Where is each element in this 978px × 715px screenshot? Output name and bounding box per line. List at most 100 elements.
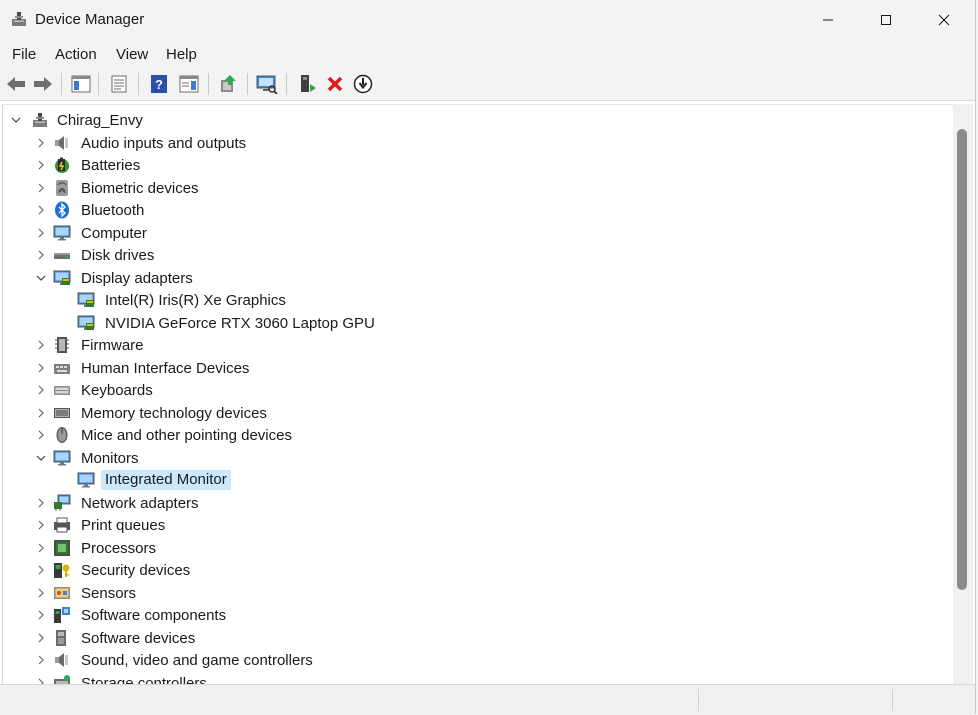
menu-file[interactable]: File: [12, 46, 36, 63]
minimize-button[interactable]: [799, 0, 857, 40]
tree-node-label: Memory technology devices: [81, 404, 267, 422]
tree-category[interactable]: Memory technology devices: [3, 402, 943, 424]
tree-category[interactable]: Software devices: [3, 627, 943, 649]
menu-bar: File Action View Help: [0, 40, 975, 68]
keyboard-icon: [54, 386, 70, 395]
forward-button[interactable]: [32, 73, 54, 95]
tree-category[interactable]: Keyboards: [3, 379, 943, 401]
close-button[interactable]: [915, 0, 973, 40]
update-driver-icon: [221, 75, 236, 92]
device-tree: Chirag_Envy Audio inputs and outputs Batt…: [2, 104, 953, 685]
tree-category[interactable]: Bluetooth: [3, 199, 943, 221]
software-component-icon: [54, 607, 70, 623]
fingerprint-icon: [56, 179, 68, 196]
tree-node-label: Network adapters: [81, 494, 199, 512]
tree-node-label: Disk drives: [81, 247, 155, 264]
tree-node-label: Mice and other pointing devices: [81, 427, 292, 444]
show-hide-console-tree-button[interactable]: [70, 73, 92, 95]
tree-node-label: Human Interface Devices: [81, 359, 250, 377]
tree-category[interactable]: Disk drives: [3, 244, 943, 266]
tree-category[interactable]: Monitors: [3, 447, 943, 469]
chevron-right-icon[interactable]: [34, 541, 48, 555]
minimize-icon: [823, 19, 833, 21]
chevron-down-icon[interactable]: [34, 451, 48, 465]
chevron-right-icon[interactable]: [34, 203, 48, 217]
scan-hardware-button[interactable]: [256, 73, 278, 95]
vertical-scrollbar[interactable]: [953, 104, 973, 684]
back-button[interactable]: [5, 73, 27, 95]
tree-device[interactable]: Intel(R) Iris(R) Xe Graphics: [3, 289, 943, 311]
chevron-down-icon[interactable]: [9, 113, 23, 127]
monitor-icon: [53, 450, 71, 465]
help-button[interactable]: ?: [148, 73, 170, 95]
disable-device-button[interactable]: [352, 73, 374, 95]
svg-text:?: ?: [155, 77, 163, 92]
tree-node-label: Computer: [81, 224, 147, 242]
title-bar[interactable]: Device Manager: [0, 0, 975, 40]
menu-action[interactable]: Action: [55, 46, 97, 63]
tree-root[interactable]: Chirag_Envy: [3, 109, 943, 131]
tree-category[interactable]: Display adapters: [3, 267, 943, 289]
tree-node-label: Audio inputs and outputs: [81, 134, 247, 152]
chevron-right-icon[interactable]: [34, 338, 48, 352]
tree-root-label: Chirag_Envy: [57, 112, 143, 129]
menu-view[interactable]: View: [116, 46, 148, 63]
chevron-right-icon[interactable]: [34, 383, 48, 397]
tree-device[interactable]: Integrated Monitor: [3, 469, 943, 491]
tree-category[interactable]: Computer: [3, 222, 943, 244]
chevron-right-icon[interactable]: [34, 181, 48, 195]
toolbar-separator: [61, 73, 62, 95]
chevron-right-icon[interactable]: [34, 226, 48, 240]
tree-node-label-selected: Integrated Monitor: [101, 470, 231, 490]
tree-category[interactable]: Print queues: [3, 514, 943, 536]
chevron-down-icon[interactable]: [34, 271, 48, 285]
action-pane-button[interactable]: [178, 73, 200, 95]
chevron-right-icon[interactable]: [34, 361, 48, 375]
tree-category[interactable]: Mice and other pointing devices: [3, 424, 943, 446]
chevron-right-icon[interactable]: [34, 158, 48, 172]
tree-category[interactable]: Batteries: [3, 154, 943, 176]
chevron-right-icon[interactable]: [34, 631, 48, 645]
chevron-right-icon[interactable]: [34, 518, 48, 532]
tree-device[interactable]: NVIDIA GeForce RTX 3060 Laptop GPU: [3, 312, 943, 334]
chevron-right-icon[interactable]: [34, 406, 48, 420]
computer-icon: [53, 225, 71, 240]
processor-icon: [54, 539, 70, 556]
enable-device-button[interactable]: [296, 73, 318, 95]
tree-category[interactable]: Audio inputs and outputs: [3, 132, 943, 154]
chevron-right-icon[interactable]: [34, 653, 48, 667]
disable-device-icon: [353, 74, 373, 94]
tree-category[interactable]: Storage controllers: [3, 672, 943, 685]
tree-category[interactable]: Human Interface Devices: [3, 357, 943, 379]
menu-help[interactable]: Help: [166, 46, 197, 63]
toolbar-separator: [208, 73, 209, 95]
update-driver-button[interactable]: [217, 73, 239, 95]
tree-node-label: Software devices: [81, 629, 196, 647]
tree-category[interactable]: Network adapters: [3, 492, 943, 514]
battery-icon: [55, 157, 69, 173]
scrollbar-thumb[interactable]: [957, 129, 967, 590]
tree-category[interactable]: Sensors: [3, 582, 943, 604]
tree-node-label: Processors: [81, 539, 157, 557]
chevron-right-icon[interactable]: [34, 496, 48, 510]
chevron-right-icon[interactable]: [34, 248, 48, 262]
chevron-right-icon[interactable]: [34, 136, 48, 150]
uninstall-device-button[interactable]: [324, 73, 346, 95]
chevron-right-icon[interactable]: [34, 428, 48, 442]
device-manager-window: Device Manager File Action View Help ? C…: [0, 0, 976, 715]
printer-icon: [54, 517, 70, 533]
tree-category[interactable]: Biometric devices: [3, 177, 943, 199]
tree-category[interactable]: Firmware: [3, 334, 943, 356]
memory-card-icon: [54, 407, 70, 418]
tree-category[interactable]: Software components: [3, 604, 943, 626]
tree-category[interactable]: Sound, video and game controllers: [3, 649, 943, 671]
chevron-right-icon[interactable]: [34, 586, 48, 600]
uninstall-device-icon: [327, 76, 343, 92]
tree-category[interactable]: Security devices: [3, 559, 943, 581]
tree-category[interactable]: Processors: [3, 537, 943, 559]
chevron-right-icon[interactable]: [34, 563, 48, 577]
chevron-right-icon[interactable]: [34, 608, 48, 622]
maximize-button[interactable]: [857, 0, 915, 40]
properties-button[interactable]: [108, 73, 130, 95]
monitor-icon: [77, 472, 95, 488]
